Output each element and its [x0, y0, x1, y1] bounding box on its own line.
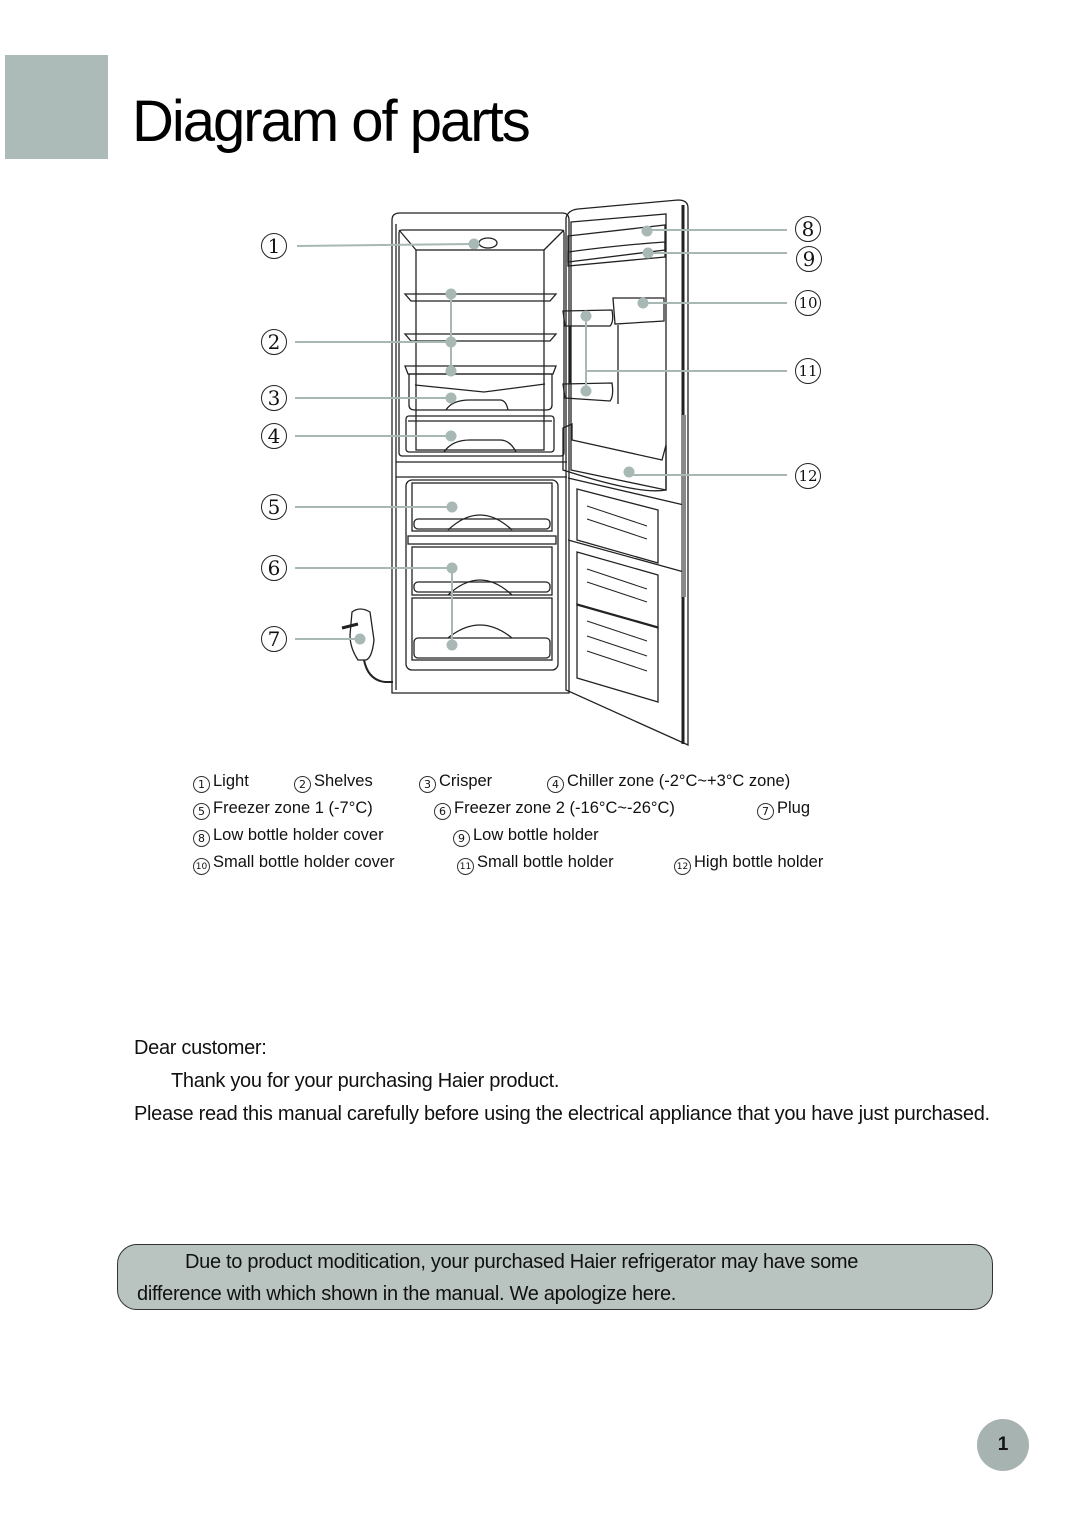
marker-shelf [445, 365, 457, 377]
legend-item: 7 Plug [757, 799, 810, 820]
marker-crisper [445, 392, 457, 404]
legend-number: 8 [193, 830, 210, 847]
callout-2: 2 [261, 329, 287, 355]
marker-low-bottle-cover [641, 225, 653, 237]
callout-12: 12 [795, 463, 821, 489]
legend-item: 2 Shelves [294, 772, 373, 793]
freezer-compartment [405, 479, 559, 671]
shelf-3 [404, 365, 557, 375]
legend-item: 1 Light [193, 772, 249, 793]
callout-11: 11 [795, 358, 821, 384]
legend-item: 9 Low bottle holder [453, 826, 599, 847]
legend-label: Light [213, 772, 249, 790]
page-number: 1 [977, 1419, 1029, 1471]
marker-small-bottle [580, 310, 592, 322]
legend-label: Small bottle holder [477, 853, 614, 871]
marker-low-bottle [642, 247, 654, 259]
legend-number: 12 [674, 858, 691, 875]
marker-small-bottle [580, 385, 592, 397]
header-accent-square [5, 55, 108, 159]
fridge-illustration [295, 199, 787, 747]
legend-label: High bottle holder [694, 853, 824, 871]
callout-3: 3 [261, 385, 287, 411]
marker-plug [354, 633, 366, 645]
legend-number: 5 [193, 803, 210, 820]
legend-item: 12 High bottle holder [674, 853, 823, 875]
shelf-2 [403, 333, 558, 342]
marker-chiller [445, 430, 457, 442]
salutation: Dear customer: [134, 1037, 267, 1059]
notice-box: Due to product moditication, your purcha… [117, 1244, 993, 1310]
legend-label: Freezer zone 2 (-16°C~-26°C) [454, 799, 675, 817]
legend-label: Plug [777, 799, 811, 817]
callout-5: 5 [261, 494, 287, 520]
legend-number: 3 [419, 776, 436, 793]
legend-label: Shelves [314, 772, 373, 790]
legend-label: Crisper [439, 772, 493, 790]
legend-item: 3 Crisper [419, 772, 492, 793]
freezer-drawer-3 [411, 597, 553, 661]
callout-7: 7 [261, 626, 287, 652]
marker-freezer-2 [446, 639, 458, 651]
shelf-1 [403, 293, 558, 302]
cabinet-body [391, 212, 570, 694]
instruction-paragraph: Please read this manual carefully before… [134, 1103, 990, 1125]
light-fixture [478, 237, 498, 249]
callout-8: 8 [795, 216, 821, 242]
callout-6: 6 [261, 555, 287, 581]
thanks-line: Thank you for your purchasing Haier prod… [171, 1070, 560, 1092]
marker-freezer-2 [446, 562, 458, 574]
legend-label: Low bottle holder [473, 826, 599, 844]
legend-number: 9 [453, 830, 470, 847]
legend-item: 10 Small bottle holder cover [193, 853, 395, 875]
intro-text: Dear customer: Thank you for your purcha… [134, 1032, 1014, 1131]
legend-item: 5 Freezer zone 1 (-7°C) [193, 799, 373, 820]
callout-10: 10 [795, 290, 821, 316]
legend-label: Small bottle holder cover [213, 853, 395, 871]
legend-item: 11 Small bottle holder [457, 853, 614, 875]
callout-9: 9 [796, 246, 822, 272]
fridge-parts-diagram: 1 2 3 4 5 6 7 8 9 10 11 12 [250, 190, 850, 760]
marker-shelf [445, 288, 457, 300]
legend-number: 2 [294, 776, 311, 793]
freezer-drawer-2 [411, 546, 553, 596]
legend-item: 8 Low bottle holder cover [193, 826, 384, 847]
legend-item: 6 Freezer zone 2 (-16°C~-26°C) [434, 799, 675, 820]
marker-shelf [445, 336, 457, 348]
legend-number: 4 [547, 776, 564, 793]
legend-label: Chiller zone (-2°C~+3°C zone) [567, 772, 791, 790]
page-title: Diagram of parts [132, 89, 531, 154]
notice-line-1: Due to product moditication, your purcha… [185, 1251, 859, 1273]
callout-4: 4 [261, 423, 287, 449]
legend-number: 11 [457, 858, 474, 875]
marker-light [468, 238, 480, 250]
legend-label: Freezer zone 1 (-7°C) [213, 799, 373, 817]
legend-label: Low bottle holder cover [213, 826, 384, 844]
marker-small-bottle-cover [637, 297, 649, 309]
fridge-back-wall [415, 249, 545, 451]
notice-line-2: difference with which shown in the manua… [137, 1283, 677, 1305]
legend-number: 10 [193, 858, 210, 875]
legend-number: 7 [757, 803, 774, 820]
marker-freezer-1 [446, 501, 458, 513]
legend-item: 4 Chiller zone (-2°C~+3°C zone) [547, 772, 790, 793]
legend-number: 6 [434, 803, 451, 820]
legend-number: 1 [193, 776, 210, 793]
marker-high-bottle [623, 466, 635, 478]
callout-1: 1 [261, 233, 287, 259]
